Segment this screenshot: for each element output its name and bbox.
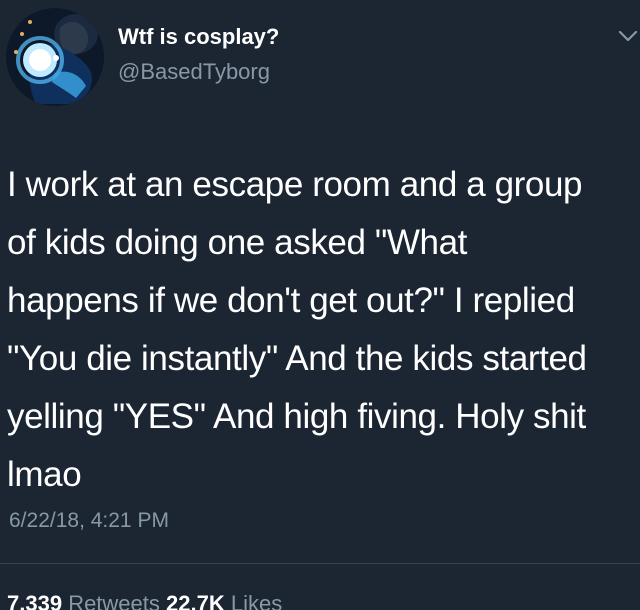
avatar[interactable] (6, 8, 104, 106)
divider (0, 563, 640, 564)
tweet-stats: 7,339 Retweets 22.7K Likes (7, 591, 282, 610)
author-name[interactable]: Wtf is cosplay? (118, 24, 279, 50)
tweet-card: Wtf is cosplay? @BasedTyborg I work at a… (0, 0, 640, 610)
tweet-line: I work at an escape room and a group (7, 165, 583, 204)
chevron-down-icon[interactable] (616, 28, 640, 46)
likes-label[interactable]: Likes (231, 591, 282, 610)
tweet-line: of kids doing one asked "What (7, 223, 467, 262)
avatar-image (6, 8, 104, 106)
retweets-label[interactable]: Retweets (68, 591, 160, 610)
tweet-line: yelling "YES" And high fiving. Holy shit (7, 397, 586, 436)
likes-count[interactable]: 22.7K (166, 591, 225, 610)
tweet-line: lmao (7, 455, 82, 494)
tweet-timestamp[interactable]: 6/22/18, 4:21 PM (9, 509, 169, 533)
tweet-line: happens if we don't get out?" I replied (7, 281, 575, 320)
retweets-count[interactable]: 7,339 (7, 591, 62, 610)
tweet-line: "You die instantly" And the kids started (7, 339, 587, 378)
author-handle[interactable]: @BasedTyborg (118, 59, 270, 85)
tweet-text: I work at an escape room and a group of … (7, 156, 639, 504)
